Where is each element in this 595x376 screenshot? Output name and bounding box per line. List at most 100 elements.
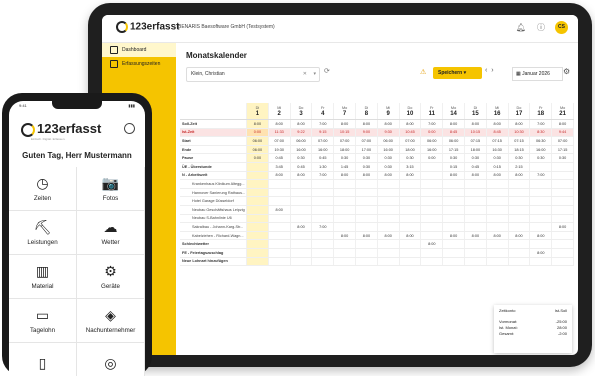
time-cell[interactable]: 0:30 bbox=[464, 153, 487, 163]
time-cell[interactable]: 8:00 bbox=[442, 171, 465, 181]
time-cell[interactable]: 18:15 bbox=[508, 145, 531, 155]
time-cell[interactable]: 8:00 bbox=[486, 119, 509, 129]
time-cell[interactable] bbox=[333, 248, 356, 258]
time-cell[interactable] bbox=[246, 171, 269, 181]
tile-material[interactable]: ▥ Material bbox=[9, 255, 77, 299]
time-cell[interactable]: 10:45 bbox=[399, 128, 422, 138]
time-cell[interactable]: 8:00 bbox=[333, 171, 356, 181]
time-cell[interactable]: 9:22 bbox=[290, 128, 313, 138]
time-cell[interactable] bbox=[333, 239, 356, 249]
time-cell[interactable] bbox=[355, 214, 378, 224]
time-cell[interactable]: 8:00 bbox=[268, 119, 291, 129]
time-cell[interactable]: 0:45 bbox=[464, 162, 487, 172]
time-cell[interactable] bbox=[290, 214, 313, 224]
time-cell[interactable] bbox=[442, 239, 465, 249]
time-cell[interactable] bbox=[377, 196, 400, 206]
time-cell[interactable] bbox=[290, 179, 313, 189]
time-cell[interactable] bbox=[464, 179, 487, 189]
time-cell[interactable] bbox=[508, 188, 531, 198]
time-cell[interactable]: 8:45 bbox=[442, 128, 465, 138]
time-cell[interactable] bbox=[508, 205, 531, 215]
time-cell[interactable] bbox=[246, 188, 269, 198]
time-cell[interactable]: 0:30 bbox=[399, 153, 422, 163]
time-cell[interactable]: 8:30 bbox=[529, 128, 553, 138]
day-column-header[interactable]: Mo 7 bbox=[333, 103, 356, 120]
time-cell[interactable] bbox=[486, 257, 509, 267]
time-cell[interactable] bbox=[508, 248, 531, 258]
tile-document-icon[interactable]: ▯ bbox=[9, 343, 77, 376]
time-cell[interactable]: 06:00 bbox=[420, 136, 444, 146]
time-cell[interactable] bbox=[529, 257, 553, 267]
time-cell[interactable] bbox=[529, 188, 553, 198]
time-cell[interactable] bbox=[399, 214, 422, 224]
time-cell[interactable] bbox=[551, 231, 574, 241]
time-cell[interactable]: 8:00 bbox=[508, 231, 531, 241]
time-cell[interactable] bbox=[442, 196, 465, 206]
time-cell[interactable] bbox=[420, 188, 444, 198]
time-cell[interactable] bbox=[333, 179, 356, 189]
time-cell[interactable]: 06:00 bbox=[246, 136, 269, 146]
time-cell[interactable] bbox=[290, 257, 313, 267]
time-cell[interactable] bbox=[551, 239, 574, 249]
time-cell[interactable] bbox=[311, 248, 335, 258]
time-cell[interactable]: 16:00 bbox=[529, 145, 553, 155]
tile-fotos[interactable]: 📷 Fotos bbox=[77, 167, 145, 211]
time-cell[interactable] bbox=[311, 179, 335, 189]
month-picker[interactable]: ▦ Januar 2026 bbox=[512, 67, 563, 81]
time-cell[interactable] bbox=[268, 239, 291, 249]
time-cell[interactable] bbox=[290, 231, 313, 241]
time-cell[interactable] bbox=[464, 222, 487, 232]
time-cell[interactable] bbox=[333, 205, 356, 215]
day-column-header[interactable]: Mi 9 bbox=[377, 103, 400, 120]
time-cell[interactable] bbox=[486, 222, 509, 232]
info-icon[interactable]: ⓘ bbox=[535, 22, 547, 34]
time-cell[interactable] bbox=[420, 231, 444, 241]
time-cell[interactable]: 8:00 bbox=[268, 205, 291, 215]
time-cell[interactable] bbox=[399, 205, 422, 215]
tile-leistungen[interactable]: ⛏ Leistungen bbox=[9, 211, 77, 255]
time-cell[interactable]: 8:00 bbox=[333, 231, 356, 241]
time-cell[interactable] bbox=[311, 188, 335, 198]
time-cell[interactable]: 8:00 bbox=[355, 119, 378, 129]
time-cell[interactable] bbox=[246, 196, 269, 206]
tile-zeiten[interactable]: ◷ Zeiten bbox=[9, 167, 77, 211]
time-cell[interactable]: 9:30 bbox=[377, 128, 400, 138]
time-cell[interactable] bbox=[551, 162, 574, 172]
time-cell[interactable]: 2:15 bbox=[508, 162, 531, 172]
time-cell[interactable] bbox=[290, 196, 313, 206]
time-cell[interactable]: 8:00 bbox=[464, 119, 487, 129]
time-cell[interactable]: 16:00 bbox=[290, 145, 313, 155]
time-cell[interactable]: 10:15 bbox=[464, 128, 487, 138]
time-cell[interactable]: 8:00 bbox=[246, 119, 269, 129]
time-cell[interactable]: 8:00 bbox=[377, 231, 400, 241]
time-cell[interactable] bbox=[355, 179, 378, 189]
time-cell[interactable] bbox=[290, 205, 313, 215]
time-cell[interactable] bbox=[290, 188, 313, 198]
time-cell[interactable] bbox=[486, 179, 509, 189]
app-logo[interactable]: 123erfasst bbox=[116, 21, 179, 33]
time-cell[interactable]: 8:00 bbox=[399, 231, 422, 241]
time-cell[interactable]: 8:00 bbox=[333, 119, 356, 129]
time-cell[interactable] bbox=[355, 239, 378, 249]
time-cell[interactable] bbox=[442, 179, 465, 189]
time-cell[interactable] bbox=[486, 248, 509, 258]
time-cell[interactable] bbox=[420, 171, 444, 181]
time-cell[interactable] bbox=[399, 196, 422, 206]
time-cell[interactable] bbox=[551, 248, 574, 258]
time-cell[interactable]: 0:30 bbox=[355, 153, 378, 163]
time-cell[interactable]: 8:00 bbox=[508, 171, 531, 181]
time-cell[interactable]: 8:00 bbox=[290, 119, 313, 129]
time-cell[interactable]: 16:00 bbox=[377, 145, 400, 155]
time-cell[interactable]: 8:00 bbox=[551, 222, 574, 232]
time-cell[interactable] bbox=[399, 239, 422, 249]
time-cell[interactable] bbox=[442, 214, 465, 224]
menu-icon[interactable] bbox=[124, 123, 135, 134]
tile-wetter[interactable]: ☁ Wetter bbox=[77, 211, 145, 255]
time-cell[interactable] bbox=[311, 196, 335, 206]
time-cell[interactable] bbox=[268, 196, 291, 206]
time-cell[interactable] bbox=[355, 196, 378, 206]
time-cell[interactable]: 1:45 bbox=[333, 162, 356, 172]
time-cell[interactable]: 7:00 bbox=[311, 171, 335, 181]
time-cell[interactable]: 7:00 bbox=[529, 119, 553, 129]
time-cell[interactable]: 07:00 bbox=[268, 136, 291, 146]
